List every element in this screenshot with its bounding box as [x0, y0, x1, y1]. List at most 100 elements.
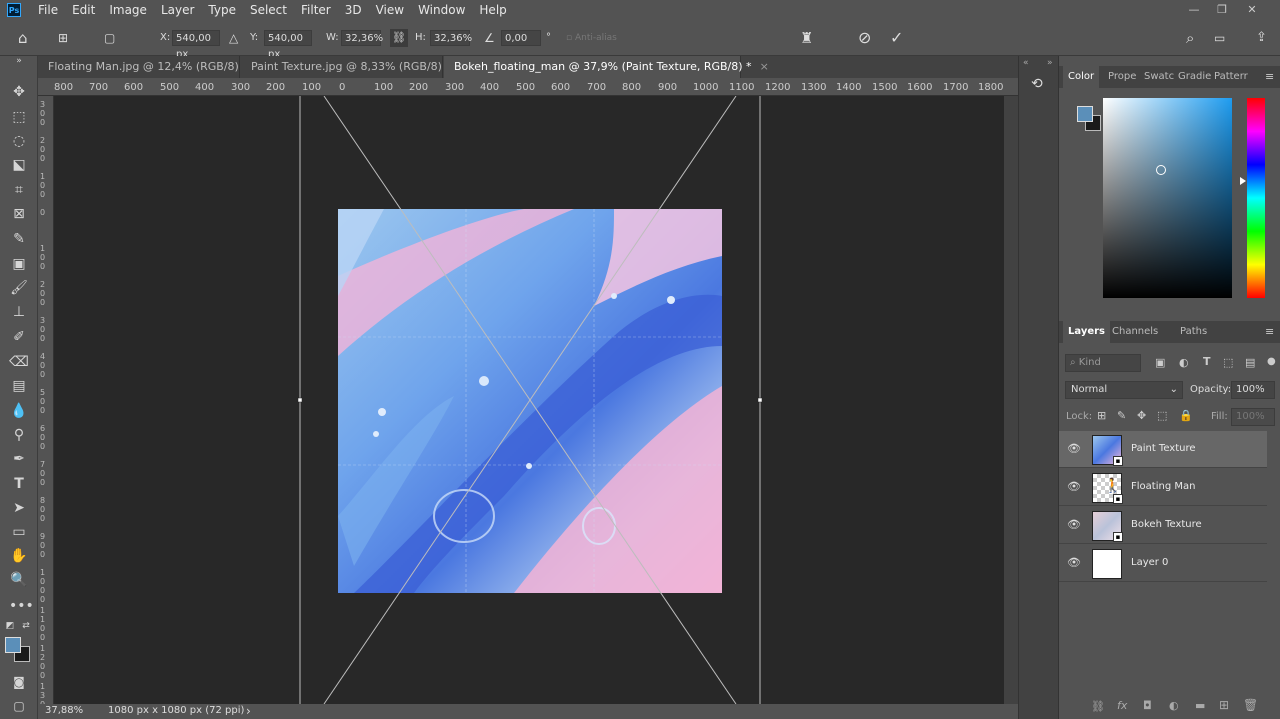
status-menu-arrow[interactable]: ›: [246, 704, 251, 718]
dodge-tool-icon[interactable]: ⚲: [9, 425, 29, 445]
menu-view[interactable]: View: [369, 3, 411, 17]
menu-type[interactable]: Type: [201, 3, 243, 17]
hand-tool-icon[interactable]: ✋: [9, 546, 29, 566]
eye-icon[interactable]: 👁: [1067, 480, 1081, 493]
gradient-tool-icon[interactable]: ▤: [9, 376, 29, 396]
adjustment-layer-icon[interactable]: ◐: [1169, 699, 1179, 712]
fill-field[interactable]: 100%: [1231, 408, 1275, 426]
menu-image[interactable]: Image: [102, 3, 154, 17]
tab-paths[interactable]: Paths: [1175, 321, 1212, 343]
brush-tool-icon[interactable]: 🖌: [9, 278, 29, 298]
tab-patterns[interactable]: Patterr: [1209, 66, 1253, 88]
blend-mode-select[interactable]: Normal ⌄: [1065, 381, 1183, 399]
paint-texture-image[interactable]: [338, 209, 722, 593]
canvas-area[interactable]: [54, 96, 1004, 704]
warp-icon[interactable]: ♜: [800, 28, 813, 48]
menu-help[interactable]: Help: [472, 3, 513, 17]
link-layers-icon[interactable]: ⛓: [1091, 700, 1105, 713]
menu-file[interactable]: File: [31, 3, 65, 17]
tab-bokeh-floating-man[interactable]: Bokeh_floating_man @ 37,9% (Paint Textur…: [444, 56, 769, 78]
close-tab-icon[interactable]: ×: [760, 60, 769, 73]
blur-tool-icon[interactable]: 💧: [9, 401, 29, 421]
menu-layer[interactable]: Layer: [154, 3, 201, 17]
lock-transparent-icon[interactable]: ⊞: [1097, 409, 1106, 422]
layer-row-paint-texture[interactable]: 👁 ▪ Paint Texture: [1059, 431, 1267, 468]
tab-color[interactable]: Color: [1063, 66, 1100, 88]
zoom-level[interactable]: 37,88%: [45, 705, 83, 716]
lasso-tool-icon[interactable]: ◌: [9, 131, 29, 151]
collapse-toolbar-icon[interactable]: »: [9, 56, 29, 66]
layer-name[interactable]: Bokeh Texture: [1131, 519, 1202, 530]
delta-icon[interactable]: △: [229, 28, 238, 48]
eye-icon[interactable]: 👁: [1067, 442, 1081, 455]
filter-pixel-icon[interactable]: ▣: [1155, 356, 1165, 369]
new-layer-icon[interactable]: ⊞: [1219, 698, 1229, 712]
fx-icon[interactable]: fx: [1117, 699, 1127, 712]
foreground-color-swatch[interactable]: [5, 637, 21, 653]
eye-icon[interactable]: 👁: [1067, 556, 1081, 569]
move-tool-icon[interactable]: ✥: [9, 82, 29, 102]
tab-paint-texture[interactable]: Paint Texture.jpg @ 8,33% (RGB/8)×: [241, 56, 459, 78]
filter-smart-object-icon[interactable]: ▤: [1245, 356, 1255, 369]
color-picker-cursor[interactable]: [1156, 165, 1166, 175]
link-icon[interactable]: ⛓: [390, 29, 408, 47]
history-brush-tool-icon[interactable]: ✐: [9, 327, 29, 347]
object-select-tool-icon[interactable]: ⬕: [9, 155, 29, 175]
tab-layers[interactable]: Layers: [1063, 321, 1110, 343]
lock-position-icon[interactable]: ✥: [1137, 409, 1146, 422]
shape-tool-icon[interactable]: ▭: [9, 522, 29, 542]
share-icon[interactable]: ⇪: [1256, 28, 1267, 48]
close-window-icon[interactable]: ✕: [1244, 2, 1260, 18]
eraser-tool-icon[interactable]: ⌫: [9, 352, 29, 372]
tab-floating-man[interactable]: Floating Man.jpg @ 12,4% (RGB/8)×: [38, 56, 256, 78]
crop-tool-icon[interactable]: ⌗: [9, 180, 29, 200]
color-field[interactable]: [1103, 98, 1232, 298]
history-panel-icon[interactable]: ⟲: [1031, 76, 1043, 92]
workspace-icon[interactable]: ▭: [1214, 28, 1225, 48]
hue-slider-marker[interactable]: [1240, 177, 1246, 185]
menu-window[interactable]: Window: [411, 3, 472, 17]
cancel-transform-icon[interactable]: ⊘: [858, 28, 871, 48]
stamp-tool-icon[interactable]: ⊥: [9, 302, 29, 322]
healing-brush-tool-icon[interactable]: ▣: [9, 254, 29, 274]
angle-field[interactable]: 0,00: [501, 30, 541, 46]
transform-handle-left[interactable]: [297, 397, 303, 403]
reference-toggle-icon[interactable]: ▢: [104, 28, 115, 48]
pen-tool-icon[interactable]: ✒: [9, 449, 29, 469]
type-tool-icon[interactable]: T: [9, 474, 29, 494]
panel-menu-icon[interactable]: ≡: [1265, 70, 1274, 83]
vertical-scrollbar[interactable]: [1004, 96, 1018, 704]
menu-edit[interactable]: Edit: [65, 3, 102, 17]
add-mask-icon[interactable]: ◘: [1143, 699, 1152, 712]
layer-row-layer-0[interactable]: 👁 Layer 0: [1059, 545, 1267, 582]
quick-mask-icon[interactable]: ◙: [9, 672, 29, 692]
marquee-tool-icon[interactable]: ⬚: [9, 107, 29, 127]
path-selection-tool-icon[interactable]: ➤: [9, 498, 29, 518]
hue-slider[interactable]: [1247, 98, 1265, 298]
default-colors-icon[interactable]: ◩: [4, 616, 16, 636]
tab-properties[interactable]: Prope: [1103, 66, 1141, 88]
layers-panel-menu-icon[interactable]: ≡: [1265, 325, 1274, 338]
menu-3d[interactable]: 3D: [338, 3, 369, 17]
menu-select[interactable]: Select: [243, 3, 294, 17]
collapse-panels-icon[interactable]: «: [1023, 58, 1029, 68]
restore-icon[interactable]: ❐: [1214, 2, 1230, 18]
x-field[interactable]: 540,00 px: [172, 30, 220, 60]
eye-icon[interactable]: 👁: [1067, 518, 1081, 531]
new-group-icon[interactable]: ▬: [1195, 699, 1205, 712]
more-tools-icon[interactable]: •••: [9, 596, 34, 616]
minimize-icon[interactable]: —: [1186, 2, 1202, 18]
filter-adjustment-icon[interactable]: ◐: [1179, 356, 1189, 369]
frame-tool-icon[interactable]: ⊠: [9, 204, 29, 224]
zoom-tool-icon[interactable]: 🔍: [9, 570, 29, 590]
width-field[interactable]: 32,36%: [341, 30, 383, 46]
screen-mode-icon[interactable]: ▢: [9, 696, 29, 716]
swap-colors-icon[interactable]: ⇄: [20, 616, 32, 636]
lock-artboard-icon[interactable]: ⬚: [1157, 409, 1167, 422]
opacity-field[interactable]: 100%: [1231, 381, 1275, 399]
filter-toggle-icon[interactable]: ●: [1267, 356, 1276, 367]
filter-shape-icon[interactable]: ⬚: [1223, 356, 1233, 369]
layer-row-bokeh-texture[interactable]: 👁 ▪ Bokeh Texture: [1059, 507, 1267, 544]
transform-handle-right[interactable]: [757, 397, 763, 403]
y-field[interactable]: 540,00 px: [264, 30, 312, 60]
